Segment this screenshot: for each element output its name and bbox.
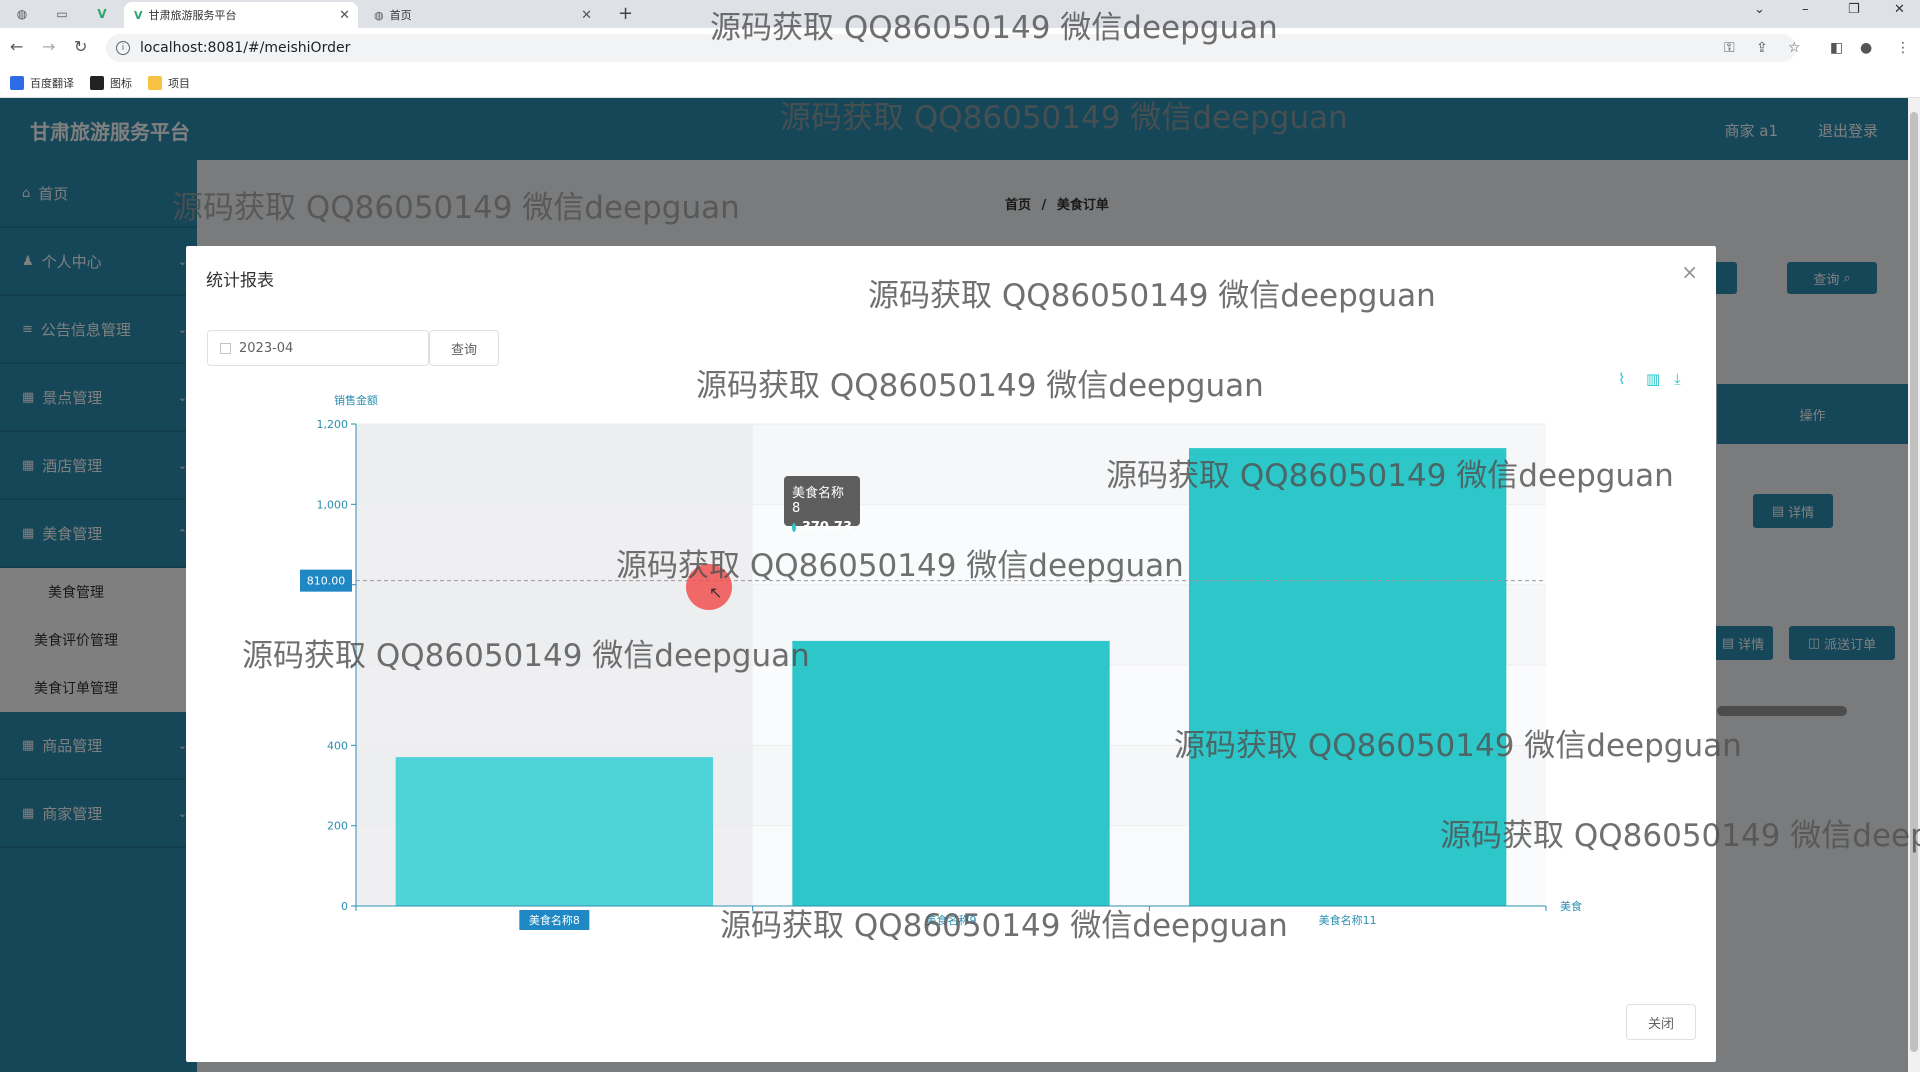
y-tick-label: 0 (341, 900, 348, 913)
bookmark-label: 百度翻译 (30, 76, 74, 90)
back-icon[interactable]: ← (10, 37, 23, 56)
y-axis-title: 销售金额 (334, 393, 378, 407)
minimize-icon[interactable]: – (1802, 2, 1809, 17)
browser-tab-strip: ◍ ▭ V V 甘肃旅游服务平台 ✕ ◍ 首页 ✕ + ⌄ – ❐ ✕ (0, 0, 1920, 28)
bookmark-icons[interactable]: 图标 (90, 75, 132, 91)
tab-active[interactable]: V 甘肃旅游服务平台 ✕ (124, 2, 358, 28)
page-scrollbar[interactable] (1908, 98, 1920, 1072)
scrollbar-thumb[interactable] (1910, 112, 1918, 1052)
tooltip-value: 370.73 (801, 520, 852, 535)
tooltip-title: 美食名称8 (792, 486, 845, 516)
translate-icon (10, 75, 24, 90)
vue-icon: V (134, 8, 143, 22)
close-icon[interactable]: ✕ (581, 8, 592, 23)
bookmark-project[interactable]: 项目 (148, 75, 190, 91)
more-icon[interactable]: ⋮ (1896, 40, 1910, 56)
reload-icon[interactable]: ↻ (74, 37, 87, 56)
bar-2 (792, 640, 1110, 906)
x-axis-title: 美食 (1560, 899, 1582, 913)
bar-1 (395, 757, 713, 906)
folder-icon (148, 75, 162, 90)
chart-tooltip: 美食名称8 370.73 (784, 476, 860, 535)
bookmark-icon (90, 75, 104, 90)
globe-icon: ◍ (374, 8, 384, 22)
y-tick-label: 200 (327, 820, 348, 833)
tab-title: 首页 (389, 9, 412, 22)
close-icon[interactable]: ✕ (339, 8, 350, 23)
close-window-icon[interactable]: ✕ (1894, 2, 1905, 17)
bookmark-label: 项目 (168, 76, 190, 90)
series-dot-icon (792, 523, 796, 532)
bar-3 (1189, 448, 1507, 906)
y-tick-label: 1,200 (317, 418, 349, 431)
address-bar: ← → ↻ i localhost:8081/#/meishiOrder ⚿ ⇪… (0, 28, 1920, 68)
x-tick-label: 美食名称11 (1319, 913, 1377, 927)
x-tick-label: 美食名称8 (529, 913, 580, 927)
bookmark-translate[interactable]: 百度翻译 (10, 75, 74, 91)
close-dialog-button[interactable]: 关闭 (1626, 1004, 1696, 1040)
mouse-cursor-icon: ↖ (709, 583, 723, 602)
tab-home[interactable]: ◍ 首页 ✕ (364, 2, 600, 28)
sidepanel-icon[interactable]: ◧ (1830, 40, 1843, 56)
bookmarks-bar: 百度翻译 图标 项目 (0, 68, 1920, 98)
blank-tab-icon[interactable]: ▭ (50, 4, 74, 24)
restore-icon[interactable]: ❐ (1848, 2, 1860, 17)
axis-pointer-label: 810.00 (307, 575, 346, 588)
x-tick-label: 美食名称9 (926, 913, 977, 927)
y-tick-label: 1,000 (317, 498, 349, 511)
info-icon[interactable]: i (116, 41, 130, 55)
profile-icon[interactable]: ● (1860, 40, 1872, 56)
chevron-down-icon[interactable]: ⌄ (1754, 2, 1765, 17)
sales-bar-chart: 0 200 400 1,000 1,200 美食名称8 美食名称9 美食名称11 销售金额 美… (300, 393, 1582, 930)
bookmark-label: 图标 (110, 76, 132, 90)
vue-tab-icon[interactable]: V (90, 4, 114, 24)
globe-icon[interactable]: ◍ (10, 4, 34, 24)
y-tick-label: 400 (327, 739, 348, 752)
stats-dialog: 统计报表 × 2023-04 查询 ⌇ ▥ ⤓ 0 200 400 1,000 1,20… (186, 246, 1716, 1062)
key-icon[interactable]: ⚿ (1724, 40, 1735, 56)
tooltip-row: 370.73 (792, 520, 852, 535)
star-icon[interactable]: ☆ (1788, 40, 1801, 56)
url-input[interactable]: i localhost:8081/#/meishiOrder (106, 34, 1796, 62)
tab-title: 甘肃旅游服务平台 (148, 9, 237, 22)
share-icon[interactable]: ⇪ (1756, 40, 1768, 56)
url-text: localhost:8081/#/meishiOrder (140, 40, 351, 56)
forward-icon[interactable]: → (42, 37, 55, 56)
new-tab-button[interactable]: + (618, 3, 633, 24)
